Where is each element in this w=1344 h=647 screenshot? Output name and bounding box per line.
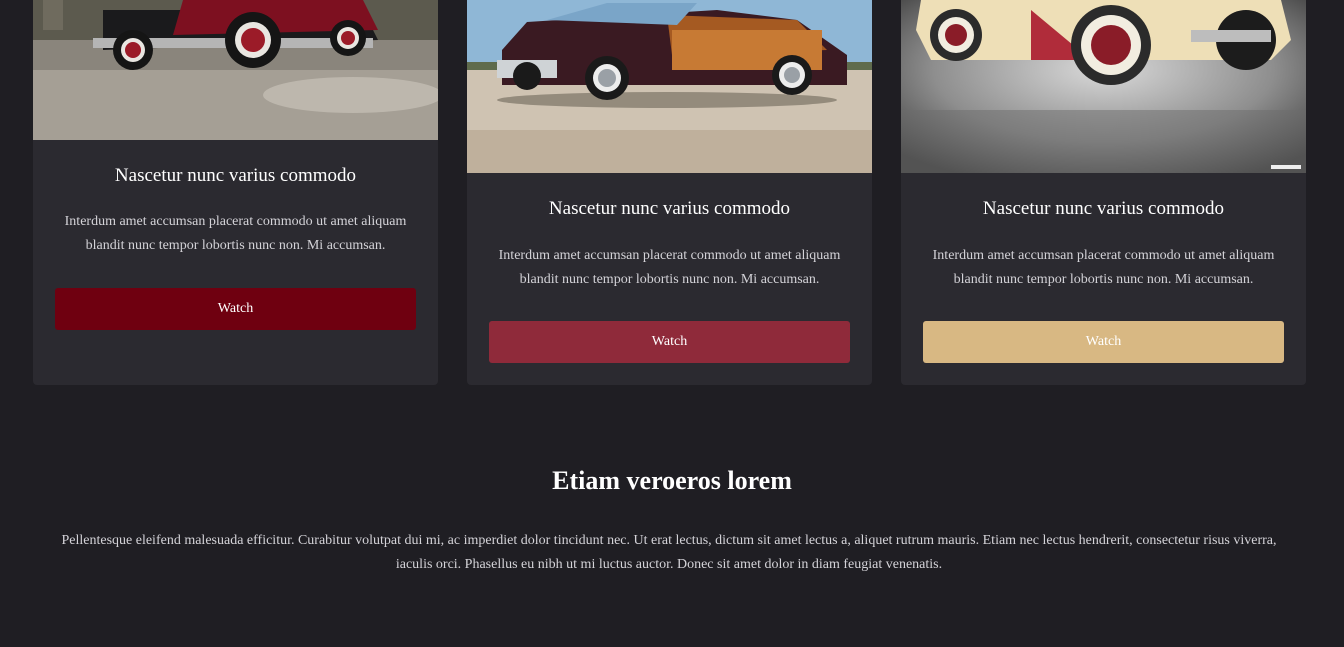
card-description: Interdum amet accumsan placerat commodo … [498, 248, 841, 287]
car-photo-3 [901, 0, 1306, 173]
card-title: Nascetur nunc varius commodo [548, 198, 791, 219]
page: Nascetur nunc varius commodo Interdum am… [0, 0, 1344, 647]
card-description: Interdum amet accumsan placerat commodo … [64, 214, 407, 253]
card-1: Nascetur nunc varius commodo Interdum am… [33, 0, 438, 385]
card-description: Interdum amet accumsan placerat commodo … [932, 248, 1275, 287]
watch-button[interactable]: Watch [489, 321, 850, 363]
watch-button[interactable]: Watch [923, 321, 1284, 363]
card-title: Nascetur nunc varius commodo [114, 165, 357, 186]
card-3: Nascetur nunc varius commodo Interdum am… [901, 0, 1306, 385]
car-photo-2 [467, 0, 872, 173]
card-title: Nascetur nunc varius commodo [982, 198, 1225, 219]
car-photo-1 [33, 0, 438, 140]
watch-button[interactable]: Watch [55, 288, 416, 330]
card-2: Nascetur nunc varius commodo Interdum am… [467, 0, 872, 385]
section-text: Pellentesque eleifend malesuada efficitu… [61, 533, 1277, 572]
section-title: Etiam veroeros lorem [552, 466, 792, 495]
